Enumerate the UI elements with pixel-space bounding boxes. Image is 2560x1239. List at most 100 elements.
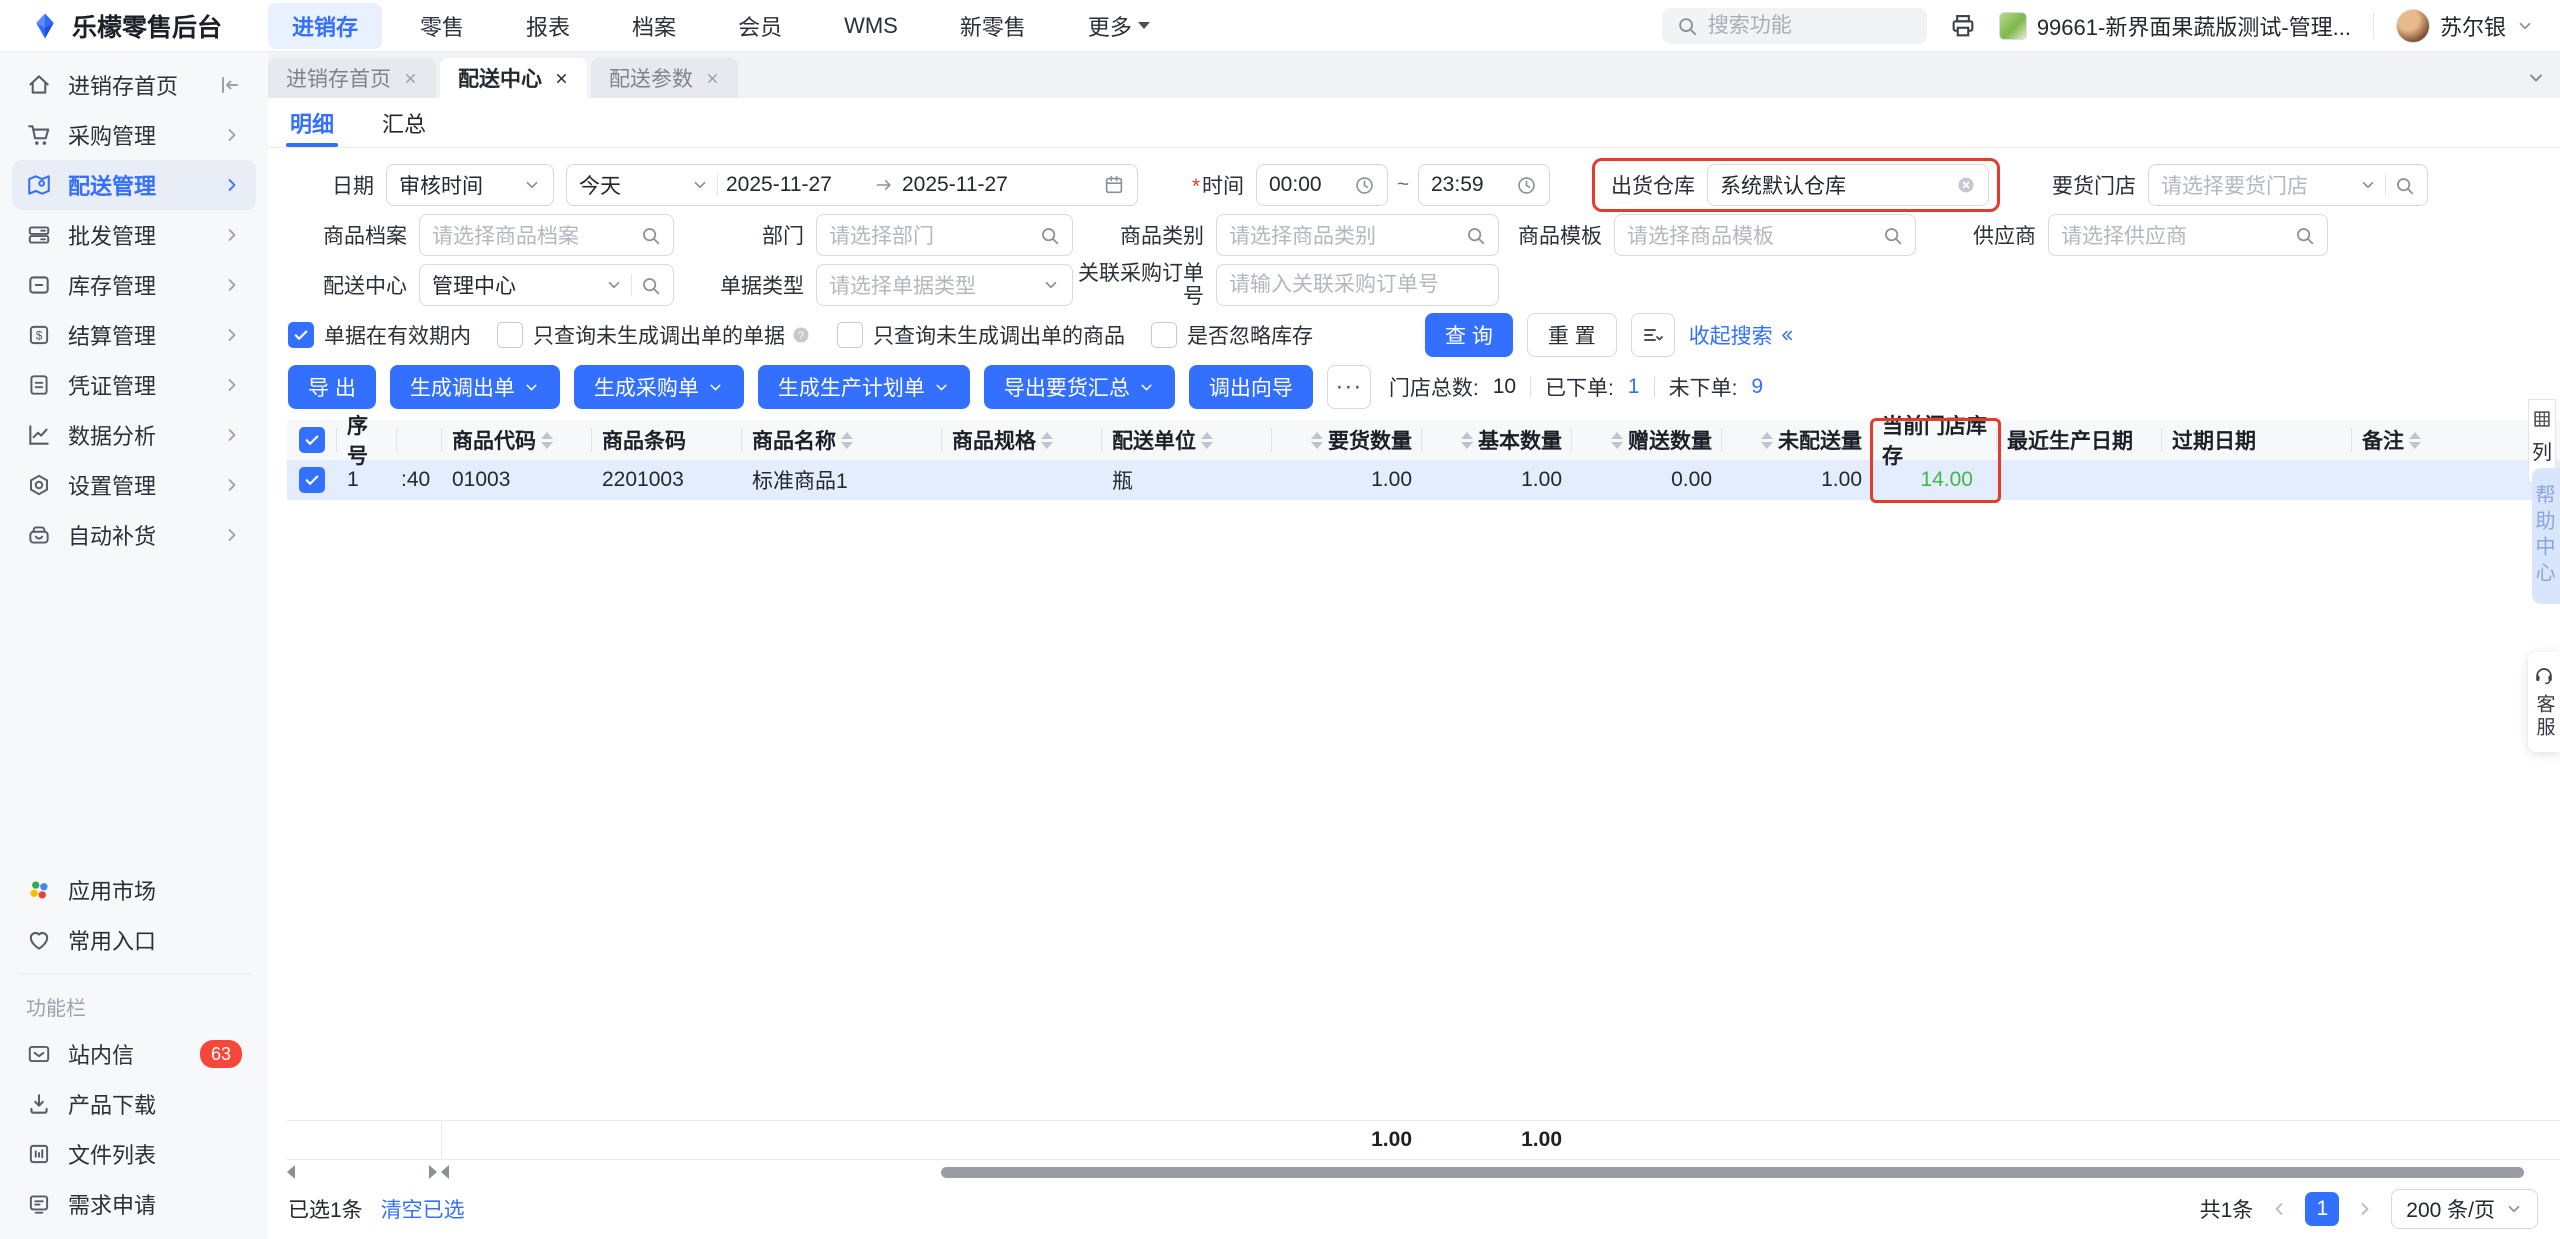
export-button[interactable]: 导 出 xyxy=(288,365,376,409)
global-search[interactable] xyxy=(1661,7,1927,44)
main-scrollbar-track[interactable] xyxy=(441,1165,2536,1179)
stat-ordered-value[interactable]: 1 xyxy=(1628,375,1640,399)
col-product-name[interactable]: 商品名称 xyxy=(742,420,942,460)
sort-icon[interactable] xyxy=(541,431,553,449)
collapse-search-link[interactable]: 收起搜索 xyxy=(1689,320,1796,350)
sidebar-item-psi-home[interactable]: 进销存首页 xyxy=(12,60,256,110)
tab-delivery-params[interactable]: 配送参数 xyxy=(591,58,738,98)
fixed-columns-scrollbar[interactable] xyxy=(287,1165,437,1179)
user-menu[interactable]: 苏尔银 xyxy=(2395,8,2534,43)
view-tab-summary[interactable]: 汇总 xyxy=(382,98,426,147)
generate-purchase-button[interactable]: 生成采购单 xyxy=(573,365,744,409)
sidebar-item-settlement[interactable]: 结算管理 xyxy=(12,310,256,360)
template-select[interactable]: 请选择商品模板 xyxy=(1614,214,1916,256)
info-icon[interactable] xyxy=(791,325,811,345)
col-request-qty[interactable]: 要货数量 xyxy=(1272,420,1422,460)
sidebar-item-purchase[interactable]: 采购管理 xyxy=(12,110,256,160)
scroll-right-icon[interactable] xyxy=(429,1165,437,1179)
more-actions-button[interactable]: ··· xyxy=(1326,365,1371,409)
sort-icon[interactable] xyxy=(1201,431,1213,449)
scroll-left-icon[interactable] xyxy=(441,1165,449,1179)
close-icon[interactable] xyxy=(554,71,569,86)
sort-icon[interactable] xyxy=(1041,431,1053,449)
sidebar-item-file-list[interactable]: 文件列表 xyxy=(12,1129,256,1179)
nav-item-more[interactable]: 更多 xyxy=(1064,3,1174,49)
sort-icon[interactable] xyxy=(1461,431,1473,449)
generate-transfer-button[interactable]: 生成调出单 xyxy=(389,365,560,409)
col-spec[interactable]: 商品规格 xyxy=(942,420,1102,460)
clear-icon[interactable] xyxy=(1956,175,1976,195)
transfer-wizard-button[interactable]: 调出向导 xyxy=(1188,365,1313,409)
search-icon[interactable] xyxy=(640,225,661,246)
clear-selection-link[interactable]: 清空已选 xyxy=(381,1194,465,1224)
search-icon[interactable] xyxy=(2394,175,2415,196)
tab-delivery-center[interactable]: 配送中心 xyxy=(440,58,587,98)
customer-service-tab[interactable]: 客服 xyxy=(2528,652,2560,752)
goods-select[interactable]: 请选择商品档案 xyxy=(419,214,674,256)
sidebar-item-wholesale[interactable]: 批发管理 xyxy=(12,210,256,260)
tab-psi-home[interactable]: 进销存首页 xyxy=(268,58,436,98)
nav-item-retail[interactable]: 零售 xyxy=(396,3,488,49)
col-base-qty[interactable]: 基本数量 xyxy=(1422,420,1572,460)
nav-item-psi[interactable]: 进销存 xyxy=(268,2,383,49)
nav-item-new-retail[interactable]: 新零售 xyxy=(936,3,1050,49)
po-number-input[interactable] xyxy=(1216,264,1499,306)
table-row[interactable]: 1 :40 01003 2201003 标准商品1 瓶 1.00 1.00 0.… xyxy=(287,460,2560,500)
col-undelivered-qty[interactable]: 未配送量 xyxy=(1722,420,1872,460)
scrollbar-thumb[interactable] xyxy=(941,1166,2524,1178)
date-type-select[interactable]: 审核时间 xyxy=(386,164,554,206)
checkbox-no-transfer-doc[interactable]: 只查询未生成调出单的单据 xyxy=(497,320,811,350)
filter-settings-icon[interactable] xyxy=(1630,313,1675,357)
sidebar-item-favorites[interactable]: 常用入口 xyxy=(12,915,256,965)
help-center-tab[interactable]: 帮助中心 xyxy=(2532,468,2560,604)
po-number-field[interactable] xyxy=(1229,273,1486,297)
category-select[interactable]: 请选择商品类别 xyxy=(1216,214,1499,256)
sidebar-item-settings[interactable]: 设置管理 xyxy=(12,460,256,510)
sort-icon[interactable] xyxy=(1761,431,1773,449)
sort-icon[interactable] xyxy=(841,431,853,449)
checkbox-no-transfer-goods[interactable]: 只查询未生成调出单的商品 xyxy=(837,320,1125,350)
search-icon[interactable] xyxy=(1465,225,1486,246)
nav-item-wms[interactable]: WMS xyxy=(820,6,922,46)
sidebar-item-app-market[interactable]: 应用市场 xyxy=(12,865,256,915)
sidebar-item-voucher[interactable]: 凭证管理 xyxy=(12,360,256,410)
page-number[interactable]: 1 xyxy=(2305,1192,2340,1226)
col-product-code[interactable]: 商品代码 xyxy=(442,420,592,460)
nav-item-report[interactable]: 报表 xyxy=(502,3,594,49)
sort-icon[interactable] xyxy=(1311,431,1323,449)
checkbox-valid-period[interactable]: 单据在有效期内 xyxy=(288,320,471,350)
search-icon[interactable] xyxy=(2294,225,2315,246)
date-range-picker[interactable]: 今天 2025-11-27 2025-11-27 xyxy=(566,164,1138,206)
supplier-select[interactable]: 请选择供应商 xyxy=(2048,214,2328,256)
view-tab-detail[interactable]: 明细 xyxy=(285,98,339,147)
col-delivery-unit[interactable]: 配送单位 xyxy=(1102,420,1272,460)
doc-type-select[interactable]: 请选择单据类型 xyxy=(816,264,1073,306)
printer-icon[interactable] xyxy=(1949,12,1977,40)
generate-production-plan-button[interactable]: 生成生产计划单 xyxy=(757,365,970,409)
checkbox-ignore-stock[interactable]: 是否忽略库存 xyxy=(1151,320,1313,350)
time-to-input[interactable]: 23:59 xyxy=(1418,164,1550,206)
global-search-input[interactable] xyxy=(1707,13,1913,38)
request-store-select[interactable]: 请选择要货门店 xyxy=(2148,164,2428,206)
nav-item-member[interactable]: 会员 xyxy=(714,3,806,49)
sidebar-item-inventory[interactable]: 库存管理 xyxy=(12,260,256,310)
department-select[interactable]: 请选择部门 xyxy=(816,214,1073,256)
store-switcher[interactable]: 99661-新界面果蔬版测试-管理... xyxy=(1998,10,2351,42)
sidebar-item-request[interactable]: 需求申请 xyxy=(12,1179,256,1229)
search-icon[interactable] xyxy=(1882,225,1903,246)
search-icon[interactable] xyxy=(1039,225,1060,246)
close-icon[interactable] xyxy=(403,71,418,86)
row-checkbox[interactable] xyxy=(287,467,337,493)
query-button[interactable]: 查 询 xyxy=(1425,313,1513,357)
stat-unordered-value[interactable]: 9 xyxy=(1751,375,1763,399)
checkbox-icon[interactable] xyxy=(1151,322,1177,348)
delivery-center-select[interactable]: 管理中心 xyxy=(419,264,674,306)
select-all-checkbox[interactable] xyxy=(287,420,337,460)
warehouse-select[interactable]: 系统默认仓库 xyxy=(1707,164,1989,206)
sidebar-item-inbox[interactable]: 站内信 63 xyxy=(12,1029,256,1079)
sort-icon[interactable] xyxy=(1611,431,1623,449)
checkbox-checked-icon[interactable] xyxy=(288,322,314,348)
sidebar-item-downloads[interactable]: 产品下载 xyxy=(12,1079,256,1129)
sidebar-item-auto-replenish[interactable]: 自动补货 xyxy=(12,510,256,560)
search-icon[interactable] xyxy=(640,275,661,296)
